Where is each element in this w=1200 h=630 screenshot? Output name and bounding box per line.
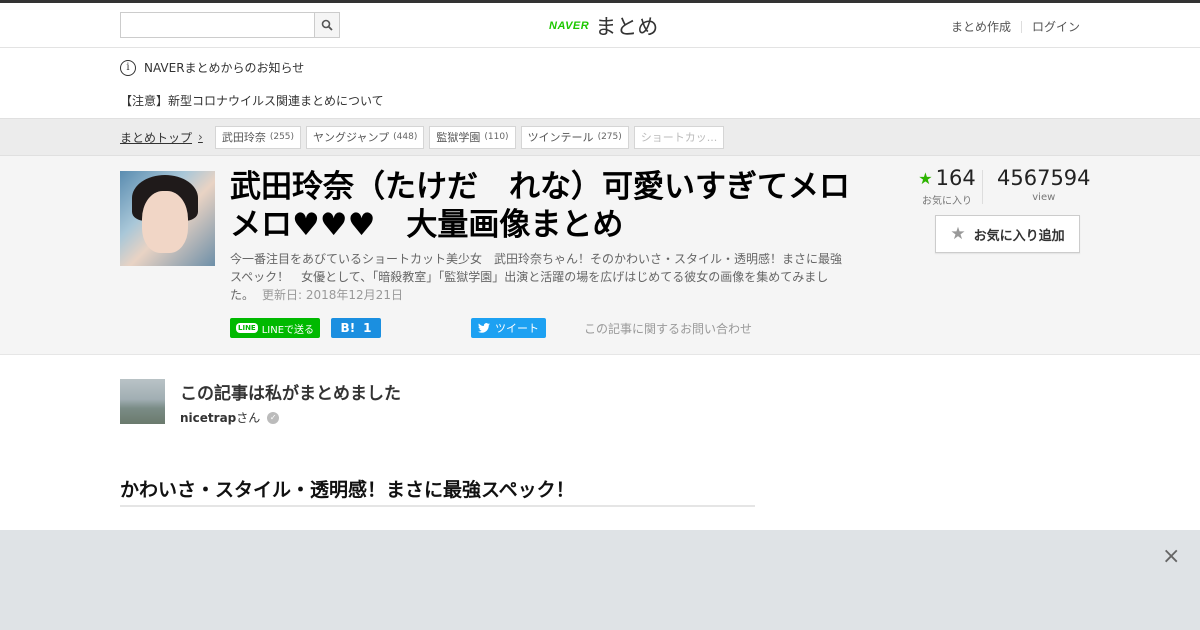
verified-check-icon: ✓ <box>267 411 280 424</box>
tag-label: 武田玲奈 <box>221 131 266 144</box>
updated-date: 更新日: 2018年12月21日 <box>262 288 403 302</box>
chevron-right-icon: › <box>198 130 203 144</box>
header-nav: まとめ作成 ログイン <box>951 18 1080 35</box>
add-favorite-button[interactable]: ★ お気に入り追加 <box>935 215 1080 253</box>
tweet-label: ツイート <box>495 322 540 335</box>
tag-item[interactable]: ツインテール (275) <box>520 125 629 149</box>
tweet-button[interactable]: ツイート <box>471 318 547 338</box>
thumbnail-face <box>142 191 188 253</box>
notice-area: i NAVERまとめからのお知らせ 【注意】新型コロナウイルス関連まとめについて <box>0 48 1200 118</box>
article-thumbnail <box>120 171 215 266</box>
line-share-button[interactable]: LINE LINEで送る <box>230 318 321 338</box>
search-box <box>120 12 340 38</box>
content-section: かわいさ・スタイル・透明感！まさに最強スペック！ <box>0 455 1200 530</box>
add-favorite-label: お気に入り追加 <box>973 228 1065 244</box>
favorites-count: 164 <box>935 166 976 190</box>
author-suffix: さん <box>236 411 261 425</box>
article-description: 今一番注目をあびているショートカット美少女 武田玲奈ちゃん！そのかわいさ・スタイ… <box>230 250 850 304</box>
create-matome-link[interactable]: まとめ作成 <box>951 18 1011 35</box>
login-link[interactable]: ログイン <box>1032 18 1080 35</box>
notice-title: NAVERまとめからのお知らせ <box>144 61 305 75</box>
search-input[interactable] <box>121 13 314 37</box>
views-label: view <box>1032 192 1056 203</box>
tag-label: ショートカッ... <box>640 131 718 144</box>
tag-item[interactable]: 武田玲奈 (255) <box>214 125 302 149</box>
line-share-label: LINEで送る <box>261 324 315 336</box>
site-logo[interactable]: NAVER まとめ <box>549 11 658 41</box>
close-icon[interactable]: × <box>1162 546 1180 568</box>
star-outline-icon: ★ <box>950 224 966 244</box>
article-title: 武田玲奈（たけだ れな）可愛いすぎてメロメロ♥♥♥ 大量画像まとめ <box>230 169 850 243</box>
avatar[interactable] <box>120 379 165 424</box>
tag-item[interactable]: 監獄学園 (110) <box>429 125 516 149</box>
star-icon: ★ <box>918 168 933 188</box>
logo-naver-text: NAVER <box>549 20 590 32</box>
line-icon: LINE <box>236 323 258 333</box>
hatena-bookmark-button[interactable]: B! 1 <box>331 318 382 338</box>
author-section: この記事は私がまとめました nicetrap さん ✓ <box>0 355 1200 455</box>
breadcrumb-top-label: まとめトップ <box>120 130 193 145</box>
section-divider <box>120 505 755 507</box>
notice-item-link[interactable]: 【注意】新型コロナウイルス関連まとめについて <box>120 92 1200 109</box>
logo-matome-text: まとめ <box>595 15 659 39</box>
tag-label: ツインテール <box>527 131 594 144</box>
breadcrumb-top-link[interactable]: まとめトップ › <box>120 129 203 146</box>
contact-link[interactable]: この記事に関するお問い合わせ <box>584 320 752 337</box>
tag-count: (448) <box>393 132 418 142</box>
views-count: 4567594 <box>997 166 1091 190</box>
article-header: 武田玲奈（たけだ れな）可愛いすぎてメロメロ♥♥♥ 大量画像まとめ 今一番注目を… <box>0 156 1200 355</box>
tag-item[interactable]: ショートカッ... <box>633 125 725 149</box>
nav-divider <box>1020 20 1022 33</box>
hatena-icon: B! <box>340 321 356 335</box>
tag-label: ヤングジャンプ <box>313 131 390 144</box>
tag-count: (275) <box>597 132 622 142</box>
search-icon <box>321 19 333 31</box>
site-header: NAVER まとめ まとめ作成 ログイン <box>0 3 1200 48</box>
author-username-link[interactable]: nicetrap <box>180 411 236 425</box>
search-button[interactable] <box>314 13 339 37</box>
views-stat: 4567594 view <box>997 166 1091 203</box>
breadcrumb: まとめトップ › 武田玲奈 (255) ヤングジャンプ (448) 監獄学園 (110… <box>0 118 1200 156</box>
tag-count: (110) <box>484 132 509 142</box>
ad-banner: × <box>0 530 1200 630</box>
tag-label: 監獄学園 <box>436 131 481 144</box>
favorites-label: お気に入り <box>922 196 972 207</box>
stats-divider <box>982 170 983 204</box>
section-heading: かわいさ・スタイル・透明感！まさに最強スペック！ <box>120 479 575 501</box>
tag-item[interactable]: ヤングジャンプ (448) <box>306 125 425 149</box>
author-heading: この記事は私がまとめました <box>180 384 401 404</box>
author-user: nicetrap さん ✓ <box>180 409 280 426</box>
tag-count: (255) <box>269 132 295 142</box>
share-bar: LINE LINEで送る B! 1 ツイート この記事に関するお問い合わせ <box>230 318 752 338</box>
favorites-stat: ★ 164 お気に入り <box>912 166 982 207</box>
info-icon: i <box>120 59 136 76</box>
hatena-count: 1 <box>363 321 372 335</box>
twitter-bird-icon <box>478 323 491 333</box>
article-stats: ★ 164 お気に入り 4567594 view <box>912 166 1091 207</box>
